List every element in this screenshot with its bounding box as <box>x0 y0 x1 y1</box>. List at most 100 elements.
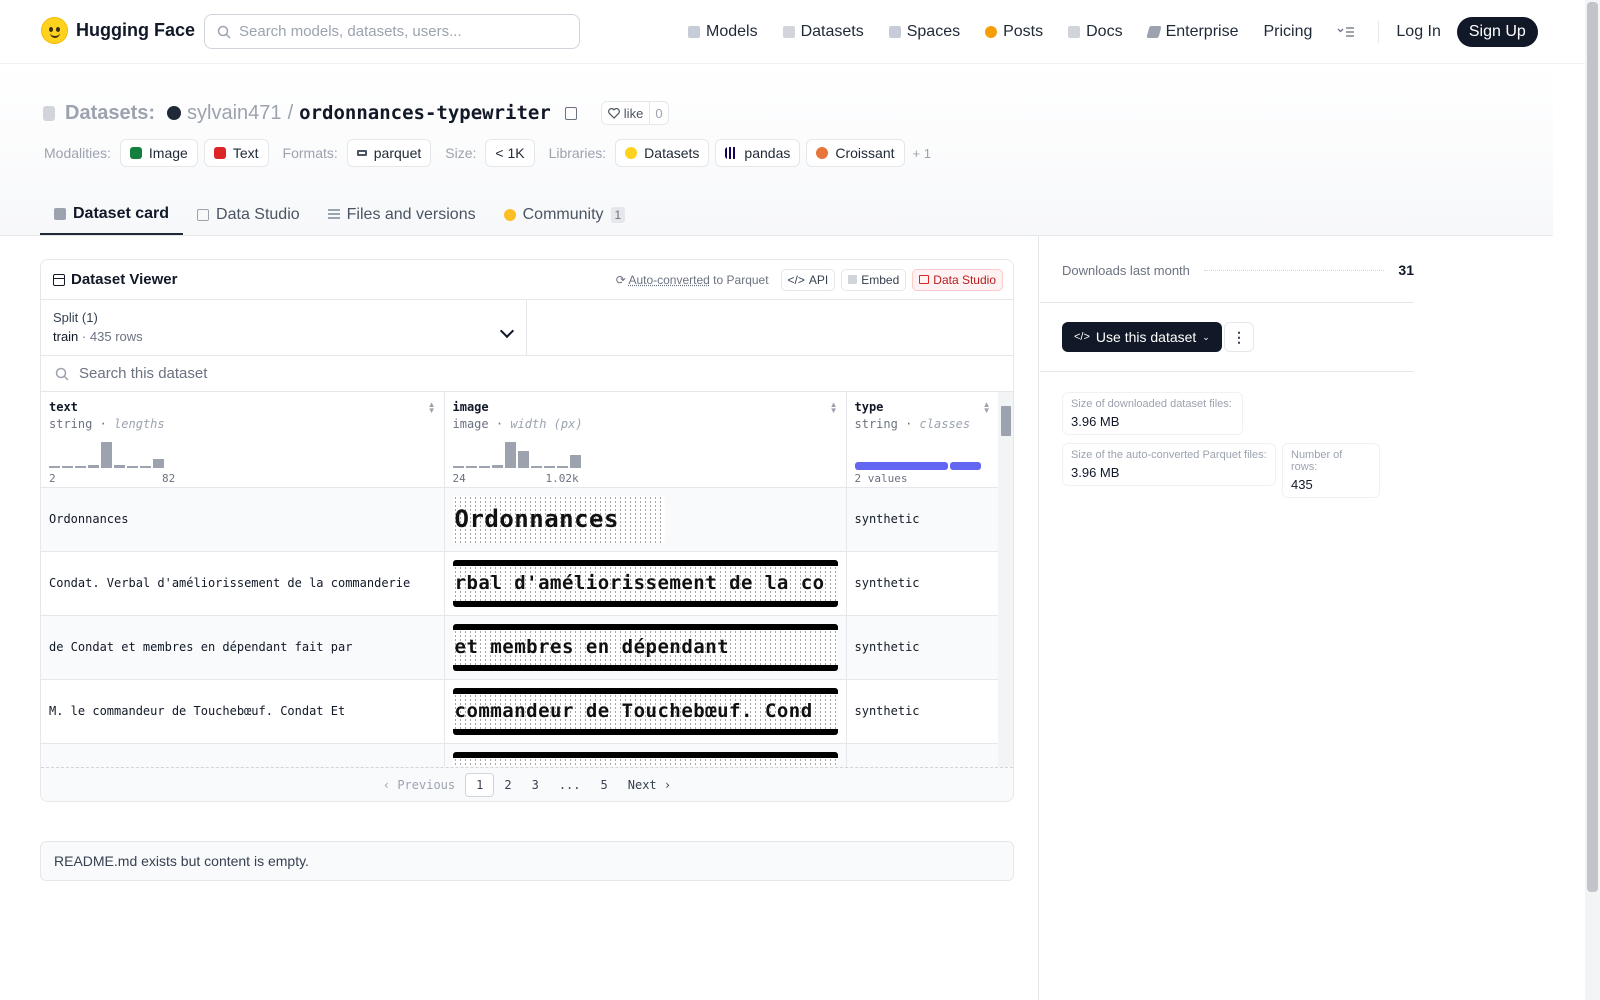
table-scrollbar[interactable] <box>998 392 1013 768</box>
cell-text[interactable]: M. le commandeur de Touchebœuf. Condat E… <box>41 679 445 744</box>
cell-image[interactable]: rbal d'améliorissement de la co <box>444 551 847 616</box>
login-link[interactable]: Log In <box>1396 23 1440 41</box>
data-studio-button[interactable]: Data Studio <box>912 268 1003 291</box>
tag-datasets-lib[interactable]: Datasets <box>615 139 710 167</box>
repo-name[interactable]: ordonnances-typewriter <box>299 102 551 124</box>
histogram-bar[interactable] <box>127 466 138 468</box>
sort-icon[interactable]: ▲ ▼ <box>830 401 838 415</box>
histogram-bar[interactable] <box>491 465 503 468</box>
copy-icon[interactable] <box>564 106 577 120</box>
histogram-bar[interactable] <box>543 466 555 468</box>
nav-datasets[interactable]: Datasets <box>782 23 864 41</box>
tag-image[interactable]: Image <box>119 139 198 167</box>
column-header-image[interactable]: image image · width (px) ▲ ▼ 24 1.02k <box>444 392 847 488</box>
histogram-bar[interactable] <box>49 466 60 468</box>
tab-community[interactable]: Community 1 <box>490 195 640 235</box>
sort-icon[interactable]: ▲ ▼ <box>983 401 991 415</box>
histogram-bar[interactable] <box>114 465 125 468</box>
table-row[interactable] <box>41 743 1000 768</box>
cell-type[interactable] <box>846 743 1000 768</box>
histogram-bar[interactable] <box>478 466 490 468</box>
class-segment[interactable] <box>949 462 981 470</box>
histogram-bar[interactable] <box>465 466 477 468</box>
page-scroll-thumb[interactable] <box>1587 2 1598 892</box>
tag-pandas[interactable]: pandas <box>715 139 801 167</box>
tab-dataset-card[interactable]: Dataset card <box>40 195 184 235</box>
cell-type[interactable]: synthetic <box>846 615 1000 680</box>
cell-text[interactable]: Ordonnances <box>41 487 445 552</box>
histogram-bar[interactable] <box>452 466 464 468</box>
width-histogram[interactable] <box>452 442 581 468</box>
histogram-bar[interactable] <box>569 455 581 468</box>
tab-data-studio[interactable]: Data Studio <box>183 195 314 235</box>
nav-enterprise[interactable]: Enterprise <box>1145 23 1238 41</box>
typewriter-line-image[interactable] <box>452 751 838 768</box>
typewriter-line-image[interactable]: et membres en dépendant <box>452 623 838 671</box>
tab-files[interactable]: Files and versions <box>314 195 490 235</box>
tag-size[interactable]: < 1K <box>485 139 535 167</box>
use-this-dataset-button[interactable]: </> Use this dataset ⌄ <box>1062 322 1222 352</box>
like-button[interactable]: like 0 <box>600 101 669 125</box>
embed-button[interactable]: Embed <box>841 268 907 291</box>
cell-type[interactable]: synthetic <box>846 551 1000 616</box>
cell-type[interactable]: synthetic <box>846 679 1000 744</box>
histogram-bar[interactable] <box>101 442 112 468</box>
histogram-bar[interactable] <box>530 466 542 468</box>
histogram-bar[interactable] <box>88 465 99 468</box>
cell-image[interactable]: Ordonnances <box>444 487 847 552</box>
tag-croissant[interactable]: Croissant <box>806 139 905 167</box>
histogram-bar[interactable] <box>517 451 529 468</box>
cell-image[interactable] <box>444 743 847 768</box>
typewriter-line-image[interactable]: Ordonnances <box>452 495 665 543</box>
histogram-bar[interactable] <box>62 466 73 468</box>
brand-logo[interactable]: Hugging Face <box>41 17 195 44</box>
split-selector[interactable]: Split (1) train · 435 rows <box>41 300 527 355</box>
histogram-bar[interactable] <box>140 466 151 468</box>
page-5-button[interactable]: 5 <box>591 774 618 796</box>
column-header-text[interactable]: text string · lengths ▲ ▼ 2 82 <box>41 392 445 488</box>
class-distribution-bar[interactable] <box>854 462 983 470</box>
nav-models[interactable]: Models <box>688 23 758 41</box>
class-segment[interactable] <box>854 462 948 470</box>
more-options-button[interactable]: ⋮ <box>1224 322 1254 352</box>
more-libraries[interactable]: + 1 <box>913 146 931 161</box>
histogram-bar[interactable] <box>75 466 86 468</box>
cell-text[interactable] <box>41 743 445 768</box>
nav-posts[interactable]: Posts <box>985 23 1043 41</box>
nav-more-menu[interactable] <box>1337 26 1355 38</box>
global-search-input[interactable]: Search models, datasets, users... <box>204 14 580 49</box>
page-3-button[interactable]: 3 <box>522 774 549 796</box>
nav-docs[interactable]: Docs <box>1068 23 1123 41</box>
histogram-bar[interactable] <box>556 466 568 468</box>
page-2-button[interactable]: 2 <box>494 774 521 796</box>
cell-text[interactable]: Condat. Verbal d'améliorissement de la c… <box>41 551 445 616</box>
owner-link[interactable]: sylvain471 <box>187 102 282 125</box>
cell-text[interactable]: de Condat et membres en dépendant fait p… <box>41 615 445 680</box>
previous-page-button[interactable]: ‹ Previous <box>373 774 465 796</box>
typewriter-line-image[interactable]: commandeur de Touchebœuf. Cond <box>452 687 838 735</box>
next-page-button[interactable]: Next › <box>618 774 681 796</box>
table-row[interactable]: Ordonnances Ordonnances synthetic <box>41 487 1000 552</box>
signup-button[interactable]: Sign Up <box>1456 17 1538 47</box>
cell-image[interactable]: commandeur de Touchebœuf. Cond <box>444 679 847 744</box>
auto-converted-link[interactable]: Auto-converted <box>628 273 709 287</box>
typewriter-line-image[interactable]: rbal d'améliorissement de la co <box>452 559 838 607</box>
table-row[interactable]: Condat. Verbal d'améliorissement de la c… <box>41 551 1000 616</box>
page-1-button[interactable]: 1 <box>465 772 495 797</box>
length-histogram[interactable] <box>49 442 164 468</box>
histogram-bar[interactable] <box>504 442 516 468</box>
tag-text[interactable]: Text <box>203 139 269 167</box>
api-button[interactable]: </> API <box>780 268 836 291</box>
table-row[interactable]: de Condat et membres en dépendant fait p… <box>41 615 1000 680</box>
table-scroll-thumb[interactable] <box>1001 406 1011 436</box>
sort-icon[interactable]: ▲ ▼ <box>428 401 436 415</box>
auto-converted-note[interactable]: ⟳ Auto-converted to Parquet <box>616 273 769 287</box>
table-row[interactable]: M. le commandeur de Touchebœuf. Condat E… <box>41 679 1000 744</box>
tag-parquet[interactable]: parquet <box>346 139 432 167</box>
nav-pricing[interactable]: Pricing <box>1263 23 1312 41</box>
column-header-type[interactable]: type string · classes ▲ ▼ 2 values <box>846 392 1000 488</box>
cell-image[interactable]: et membres en dépendant <box>444 615 847 680</box>
cell-type[interactable]: synthetic <box>846 487 1000 552</box>
dataset-search-input[interactable]: Search this dataset <box>41 356 1013 392</box>
nav-spaces[interactable]: Spaces <box>888 23 960 41</box>
